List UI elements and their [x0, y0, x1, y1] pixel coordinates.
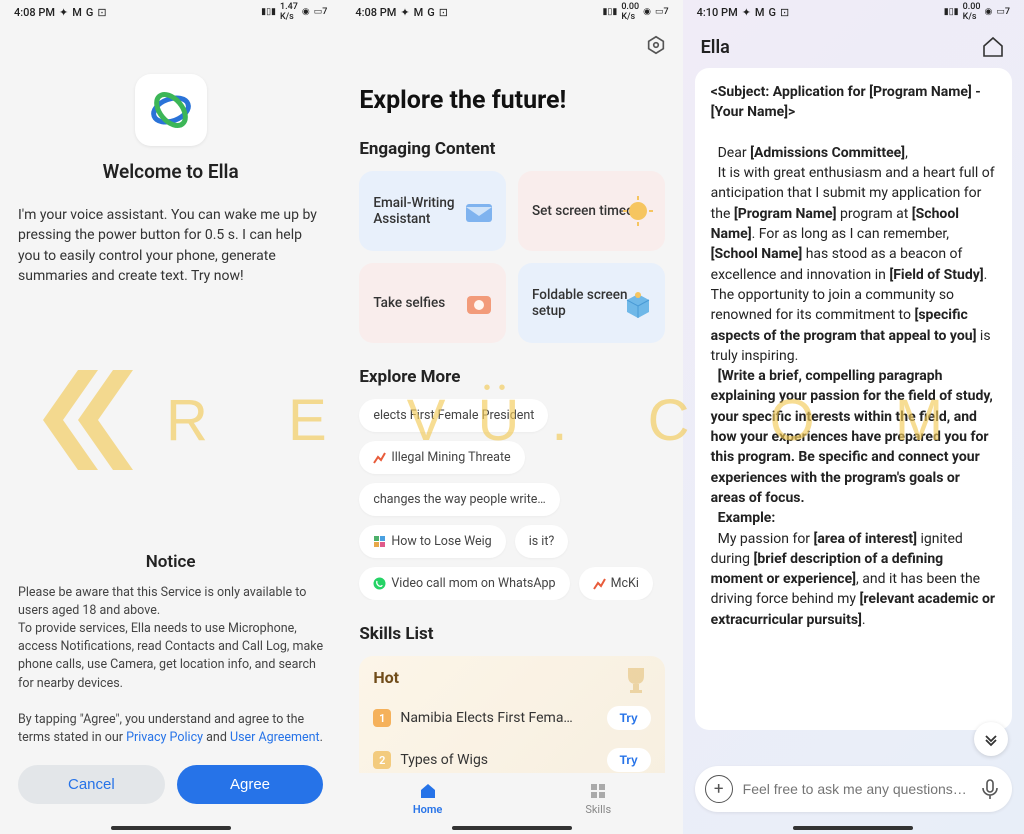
rank-badge: 2: [373, 751, 391, 769]
bottom-nav: Home Skills: [341, 773, 682, 816]
box-icon: [621, 286, 655, 320]
app-icon: ✦: [400, 6, 409, 19]
scroll-down-button[interactable]: [974, 722, 1008, 756]
card-email-assistant[interactable]: Email-Writing Assistant: [359, 171, 506, 251]
chart-icon: [593, 577, 606, 590]
settings-icon[interactable]: [645, 34, 667, 56]
chip-item[interactable]: How to Lose Weig: [359, 525, 505, 558]
battery-icon: ▭7: [655, 7, 669, 17]
screenshot-icon: ⊡: [780, 6, 789, 19]
message-subject: <Subject: Application for [Program Name]…: [711, 82, 996, 123]
google-icon: G: [769, 6, 777, 19]
status-time: 4:08 PM: [14, 6, 55, 19]
camera-icon: [462, 286, 496, 320]
mail-icon: [462, 194, 496, 228]
nav-skills[interactable]: Skills: [585, 781, 611, 816]
rank-badge: 1: [373, 709, 391, 727]
gesture-bar[interactable]: [793, 826, 913, 830]
screen-chat: 4:10 PM ✦ M G ⊡ ▮▯▮ 0.00K/s ◉ ▭7 Ella <S…: [683, 0, 1024, 834]
message-body: Dear [Admissions Committee], It is with …: [711, 143, 996, 630]
notice-title: Notice: [18, 552, 323, 572]
sun-icon: [621, 194, 655, 228]
home-icon[interactable]: [980, 34, 1006, 60]
try-button[interactable]: Try: [607, 748, 651, 772]
screenshot-icon: ⊡: [439, 6, 448, 19]
mic-icon[interactable]: [978, 777, 1002, 801]
screenshot-icon: ⊡: [97, 6, 106, 19]
screen-explore: 4:08 PM ✦ M G ⊡ ▮▯▮ 0.00K/s ◉ ▭7 Explore…: [341, 0, 682, 834]
notice-body: Please be aware that this Service is onl…: [18, 584, 323, 747]
status-bar: 4:10 PM ✦ M G ⊡ ▮▯▮ 0.00K/s ◉ ▭7: [683, 0, 1024, 24]
app-icon: ✦: [742, 6, 751, 19]
privacy-policy-link[interactable]: Privacy Policy: [126, 730, 203, 745]
chat-input[interactable]: [733, 781, 978, 797]
ella-logo-icon: [135, 74, 207, 146]
card-foldable-setup[interactable]: Foldable screen setup: [518, 263, 665, 343]
chat-title: Ella: [701, 37, 730, 58]
app-icon: ✦: [59, 6, 68, 19]
status-bar: 4:08 PM ✦ M G ⊡ ▮▯▮ 0.00K/s ◉ ▭7: [341, 0, 682, 24]
try-button[interactable]: Try: [607, 706, 651, 730]
home-icon: [418, 781, 438, 801]
gesture-bar[interactable]: [452, 826, 572, 830]
user-agreement-link[interactable]: User Agreement: [230, 730, 320, 745]
skills-icon: [588, 781, 608, 801]
section-skills-list: Skills List: [341, 624, 682, 644]
vibrate-icon: ▮▯▮: [261, 7, 276, 17]
wifi-icon: ◉: [985, 7, 993, 17]
status-bar: 4:08 PM ✦ M G ⊡ ▮▯▮ 1.47K/s ◉ ▭7: [0, 0, 341, 24]
battery-icon: ▭7: [314, 7, 328, 17]
wifi-icon: ◉: [643, 7, 651, 17]
whatsapp-icon: [373, 577, 386, 590]
vibrate-icon: ▮▯▮: [944, 7, 959, 17]
chat-input-bar: +: [695, 766, 1012, 812]
add-button[interactable]: +: [705, 775, 733, 803]
nav-home[interactable]: Home: [413, 781, 443, 816]
google-icon: G: [427, 6, 435, 19]
mail-icon: M: [755, 6, 765, 19]
mail-icon: M: [414, 6, 424, 19]
status-time: 4:10 PM: [697, 6, 738, 19]
chip-item[interactable]: is it?: [515, 525, 569, 558]
chip-item[interactable]: changes the way people write…: [359, 483, 559, 516]
welcome-description: I'm your voice assistant. You can wake m…: [0, 205, 341, 286]
trophy-icon: [619, 662, 653, 696]
hot-item: 1Namibia Elects First Fema… Try: [373, 697, 650, 739]
agree-button[interactable]: Agree: [177, 765, 324, 804]
status-time: 4:08 PM: [355, 6, 396, 19]
page-title: Explore the future!: [341, 86, 682, 115]
welcome-title: Welcome to Ella: [0, 160, 341, 183]
mail-icon: M: [72, 6, 82, 19]
chart-icon: [373, 451, 386, 464]
card-screen-timeout[interactable]: Set screen timeout: [518, 171, 665, 251]
chip-item[interactable]: Video call mom on WhatsApp: [359, 567, 569, 600]
chat-header: Ella: [683, 24, 1024, 68]
chip-item[interactable]: elects First Female President: [359, 399, 548, 432]
chip-item[interactable]: Illegal Mining Threate: [359, 441, 524, 474]
hot-card: Hot 1Namibia Elects First Fema… Try 2Typ…: [359, 656, 664, 787]
vibrate-icon: ▮▯▮: [602, 7, 617, 17]
section-engaging: Engaging Content: [341, 139, 682, 159]
chip-item[interactable]: McKi: [579, 567, 653, 600]
google-icon: G: [86, 6, 94, 19]
cancel-button[interactable]: Cancel: [18, 765, 165, 804]
card-take-selfies[interactable]: Take selfies: [359, 263, 506, 343]
wifi-icon: ◉: [302, 7, 310, 17]
screen-welcome: 4:08 PM ✦ M G ⊡ ▮▯▮ 1.47K/s ◉ ▭7 Welcome…: [0, 0, 341, 834]
battery-icon: ▭7: [996, 7, 1010, 17]
notice-section: Notice Please be aware that this Service…: [0, 552, 341, 804]
hot-label: Hot: [373, 668, 650, 687]
chat-message: <Subject: Application for [Program Name]…: [695, 68, 1012, 730]
grid-icon: [373, 535, 386, 548]
section-explore-more: Explore More: [341, 367, 682, 387]
gesture-bar[interactable]: [111, 826, 231, 830]
